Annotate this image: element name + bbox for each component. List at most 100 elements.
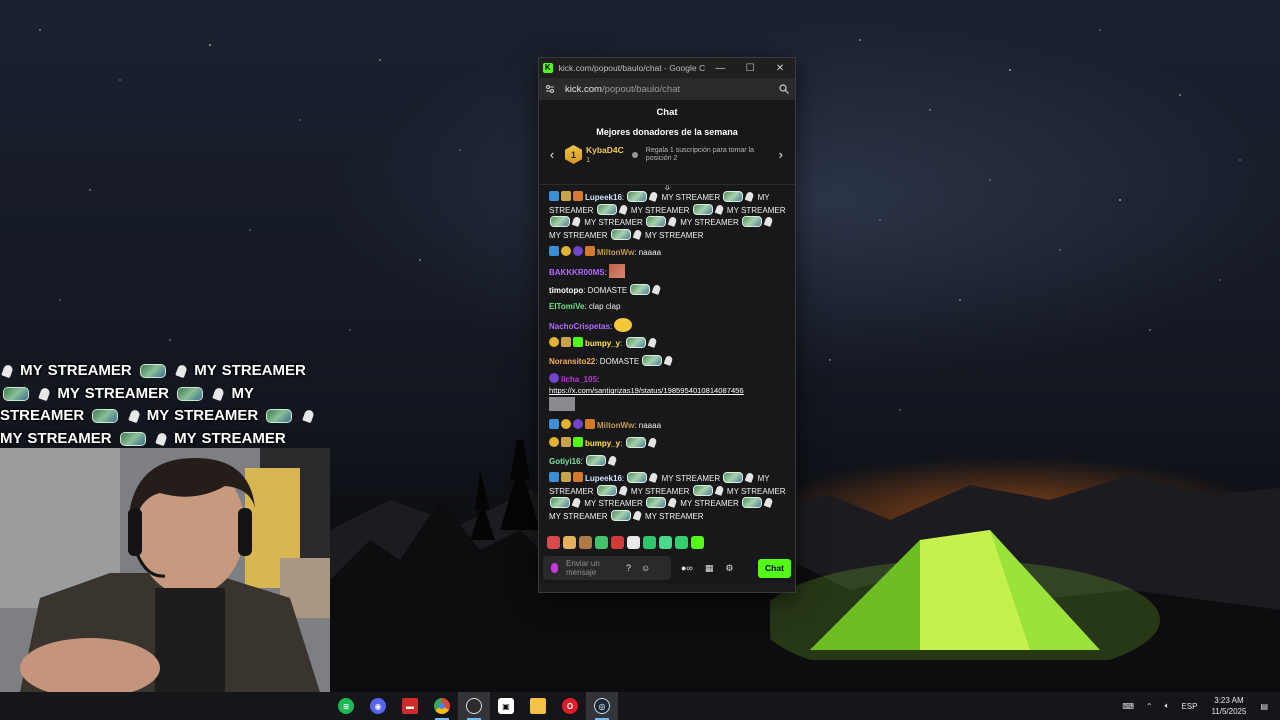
url-text[interactable]: kick.com/popout/baulo/chat [565, 84, 779, 95]
search-icon[interactable] [779, 84, 789, 94]
chat-input[interactable]: Enviar un mensaje ? ☺ [543, 556, 671, 580]
emoji-picker-icon[interactable]: ☺ [641, 563, 650, 573]
microphone-icon[interactable] [551, 563, 558, 573]
chat-username[interactable]: MiltonWw [597, 248, 634, 257]
chat-username[interactable]: Gotiyi16 [549, 457, 581, 466]
quick-emote-icon[interactable] [563, 535, 576, 549]
emote-icon [3, 386, 29, 401]
quick-emote-icon[interactable] [659, 535, 672, 549]
quick-emote-icon[interactable] [627, 535, 640, 549]
chevron-right-icon[interactable]: › [774, 147, 788, 162]
discord-icon: ◉ [370, 698, 386, 714]
emote-icon [596, 484, 617, 496]
taskbar-app-chrome[interactable] [426, 692, 458, 720]
emote-small-icon [649, 191, 659, 202]
chat-username[interactable]: Noransito22 [549, 357, 595, 366]
donors-title: Mejores donadores de la semana [596, 127, 738, 137]
badge-icon [561, 191, 571, 201]
chat-username[interactable]: BAKKKR00MS [549, 268, 605, 277]
top-donors-panel: Mejores donadores de la semana ‹ 1 KybaD… [539, 123, 795, 185]
chat-message: bumpy_y: [549, 436, 787, 450]
chat-message: MiltonWw: naaaa [549, 419, 787, 432]
chat-username[interactable]: ElTomiVe [549, 302, 584, 311]
emote-small-icon [714, 203, 725, 215]
site-settings-icon[interactable] [545, 84, 555, 94]
chat-username[interactable]: Lupeek16 [585, 193, 622, 202]
settings-gear-icon[interactable]: ⚙ [725, 563, 733, 574]
emote-icon [627, 472, 648, 484]
emote-icon [550, 497, 570, 509]
taskbar-app-explorer[interactable] [522, 692, 554, 720]
window-titlebar[interactable]: K kick.com/popout/baulo/chat - Google C.… [539, 58, 795, 78]
chat-text: STREAMER [549, 486, 594, 496]
chat-username[interactable]: bumpy_y [585, 339, 620, 348]
overlay-text: STREAMER [0, 407, 85, 424]
overlay-text: MY [231, 384, 254, 402]
chat-text: MY STREAMER [584, 218, 643, 228]
quick-emote-icon[interactable] [675, 535, 688, 549]
chat-message: bumpy_y: [549, 337, 787, 350]
channel-points-icon[interactable]: ●∞ [681, 563, 693, 573]
quick-emote-icon[interactable] [595, 535, 608, 549]
badge-icon [549, 191, 559, 201]
language-indicator[interactable]: ESP [1175, 702, 1203, 711]
clock-date: 11/5/2025 [1211, 707, 1247, 716]
chat-text: STREAMER [694, 499, 739, 509]
notifications-icon[interactable]: ▤ [1254, 702, 1280, 711]
quick-emote-icon[interactable] [691, 535, 704, 549]
chat-text: MY STREAMER [661, 193, 721, 202]
quick-emote-icon[interactable] [579, 535, 592, 549]
taskbar-app-obs[interactable] [458, 692, 490, 720]
chat-username[interactable]: NachoCrispetas [549, 322, 610, 331]
emote-icon [723, 191, 744, 202]
clock[interactable]: 3:23 AM 11/5/2025 [1203, 695, 1254, 717]
donor-name[interactable]: KybaD4C [586, 145, 624, 155]
chat-text: STREAMER [741, 486, 786, 496]
chat-username[interactable]: timotopo [549, 286, 583, 295]
overlay-text: MY STREAMER [174, 429, 286, 447]
glowing-tent [770, 530, 1190, 690]
folder-icon [530, 698, 546, 714]
keyboard-icon[interactable]: ⌨ [1116, 702, 1140, 711]
send-chat-button[interactable]: Chat [758, 558, 791, 578]
chat-username[interactable]: licha_105 [561, 375, 597, 384]
chat-username[interactable]: Lupeek16 [585, 474, 622, 483]
store-icon[interactable]: ▦ [705, 563, 714, 574]
chat-username[interactable]: MiltonWw [597, 421, 634, 430]
taskbar-app-steam[interactable]: ◎ [586, 692, 618, 720]
quick-emote-icon[interactable] [643, 535, 656, 549]
translate-icon[interactable]: ? [626, 563, 631, 573]
emote-small-icon [212, 386, 226, 401]
chat-message: Lupeek16: MY STREAMER MY STREAMER MY STR… [549, 191, 786, 240]
scroll-down-icon[interactable]: ⇩ [663, 185, 671, 193]
taskbar-app-video[interactable]: ▬ [394, 692, 426, 720]
link-preview-image[interactable] [549, 396, 575, 411]
quick-emote-icon[interactable] [611, 535, 624, 549]
chevron-left-icon[interactable]: ‹ [545, 147, 559, 162]
chat-message-list[interactable]: ⇩ Lupeek16: MY STREAMER MY STREAMER MY S… [539, 185, 795, 531]
taskbar-app-discord[interactable]: ◉ [362, 692, 394, 720]
emote-small-icon [667, 497, 678, 509]
taskbar-app-spotify[interactable]: ≋ [330, 692, 362, 720]
chevron-up-icon[interactable]: ⌃ [1140, 702, 1159, 711]
badge-icon [561, 472, 571, 483]
close-button[interactable]: ✕ [765, 58, 795, 78]
overlay-text: MY STREAMER [146, 407, 259, 424]
volume-icon[interactable]: 🔈︎ [1159, 701, 1176, 711]
chat-input-row: Enviar un mensaje ? ☺ ●∞ ▦ ⚙ Chat [539, 553, 795, 583]
url-host: kick.com [565, 83, 602, 95]
emote-small-icon [649, 472, 659, 484]
chat-text: MY STREAMER [584, 499, 643, 509]
quick-emote-icon[interactable] [547, 535, 560, 549]
minimize-button[interactable]: — [705, 58, 735, 78]
emoji-icon [614, 317, 633, 332]
address-bar[interactable]: kick.com/popout/baulo/chat [539, 78, 795, 101]
taskbar-app-opera[interactable]: O [554, 692, 586, 720]
chat-link[interactable]: https://x.com/santigrizas19/status/19859… [549, 386, 744, 395]
emote-small-icon [571, 497, 582, 509]
emote-icon [625, 337, 646, 349]
taskbar-app-epic[interactable]: ▣ [490, 692, 522, 720]
maximize-button[interactable]: ☐ [735, 58, 765, 78]
quick-emote-bar [539, 531, 795, 553]
chat-username[interactable]: bumpy_y [585, 439, 620, 448]
